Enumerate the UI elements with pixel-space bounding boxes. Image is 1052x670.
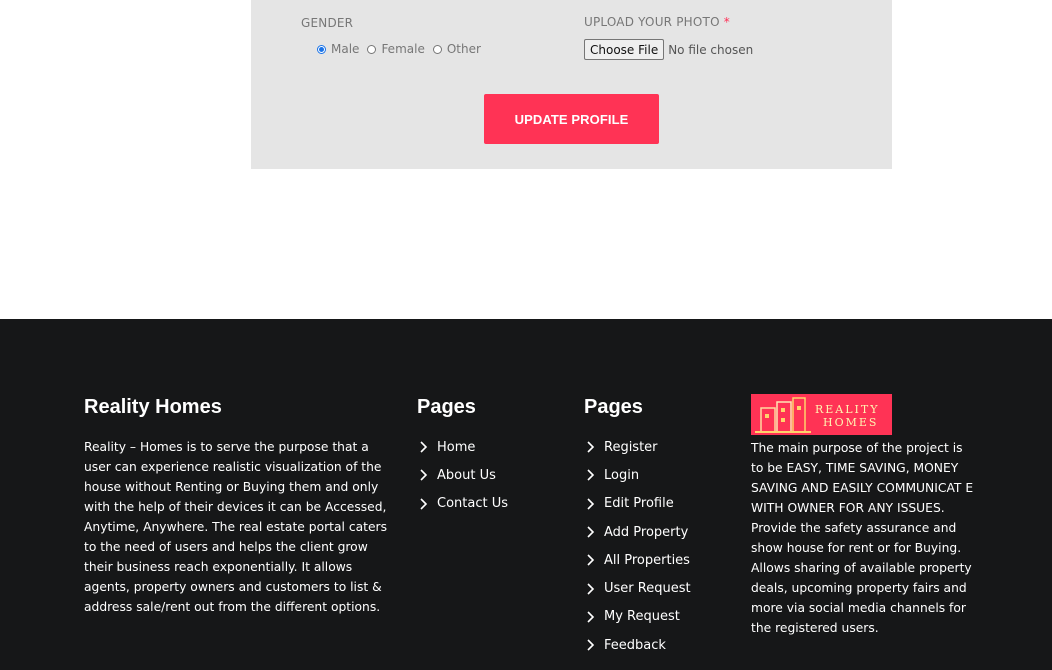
footer-about: Reality Homes Reality – Homes is to serv… [84,395,394,617]
chevron-right-icon [587,583,595,595]
radio-female[interactable] [367,44,377,54]
chevron-right-icon [587,441,595,453]
photo-label: UPLOAD YOUR PHOTO * [584,15,730,29]
footer-link-label: Feedback [604,637,666,653]
footer-link-all-properties[interactable]: All Properties [584,546,734,574]
footer-link-label: User Request [604,581,691,597]
chevron-right-icon [587,469,595,482]
footer-link-register[interactable]: Register [584,433,734,461]
gender-option-label: Male [331,42,360,56]
footer-link-label: Home [437,439,476,455]
footer-about-title: Reality Homes [84,396,222,418]
footer-link-label: Login [604,467,640,483]
footer-links-2: Register Login Edit Profile Add Property… [584,433,734,659]
footer-link-login[interactable]: Login [584,461,734,489]
footer-links-1: Home About Us Contact Us [417,433,557,518]
footer-link-label: Register [604,439,658,455]
footer-link-label: All Properties [604,552,690,568]
gender-option-female[interactable]: Female [367,42,425,56]
gender-option-other[interactable]: Other [432,42,481,56]
file-status: No file chosen [668,42,754,57]
footer-link-feedback[interactable]: Feedback [584,631,734,659]
gender-radio-group: Male Female Other [317,42,489,56]
footer-link-user-request[interactable]: User Request [584,574,734,602]
footer-link-add-property[interactable]: Add Property [584,518,734,546]
footer-link-edit-profile[interactable]: Edit Profile [584,490,734,518]
gender-option-label: Female [381,42,425,56]
chevron-right-icon [420,469,428,482]
gender-option-label: Other [446,42,481,56]
chevron-right-icon [420,498,428,510]
footer-project: REALITY HOMES The main purpose of the pr… [751,394,976,638]
footer-project-text: The main purpose of the project is to be… [751,441,974,635]
chevron-right-icon [587,554,595,566]
chevron-right-icon [587,639,595,651]
photo-label-text: UPLOAD YOUR PHOTO [584,15,720,29]
logo-text-line2: HOMES [823,416,879,429]
chevron-right-icon [587,526,595,538]
chevron-right-icon [587,498,595,510]
update-profile-button[interactable]: UPDATE PROFILE [484,94,659,144]
footer-link-my-request[interactable]: My Request [584,603,734,631]
footer-link-home[interactable]: Home [417,433,557,461]
chevron-right-icon [420,441,428,453]
reality-homes-logo: REALITY HOMES [751,394,892,435]
footer-link-label: Contact Us [437,496,508,512]
photo-file-input[interactable]: Choose File No file chosen [584,39,753,60]
logo-text-line1: REALITY [815,403,880,416]
radio-male[interactable] [317,44,326,54]
footer-link-label: My Request [604,609,680,625]
footer-about-text: Reality – Homes is to serve the purpose … [84,440,387,614]
footer-link-contact-us[interactable]: Contact Us [417,490,557,518]
profile-form-panel: GENDER Male Female Other UPLOAD YOUR PHO… [251,0,892,169]
footer-pages-2: Pages Register Login Edit Profile Add Pr… [584,395,734,659]
radio-other[interactable] [432,44,442,54]
footer-link-about-us[interactable]: About Us [417,461,557,489]
gender-option-male[interactable]: Male [317,42,359,56]
footer-pages-1: Pages Home About Us Contact Us [417,395,557,518]
footer: Reality Homes Reality – Homes is to serv… [0,319,1052,670]
chevron-right-icon [587,611,595,623]
footer-link-label: Edit Profile [604,496,674,512]
gender-label: GENDER [301,16,354,30]
footer-pages-title: Pages [417,396,476,418]
choose-file-button[interactable]: Choose File [584,39,665,60]
footer-pages-title: Pages [584,396,643,418]
footer-link-label: About Us [437,467,496,483]
footer-link-label: Add Property [604,524,689,540]
required-mark: * [723,15,730,29]
